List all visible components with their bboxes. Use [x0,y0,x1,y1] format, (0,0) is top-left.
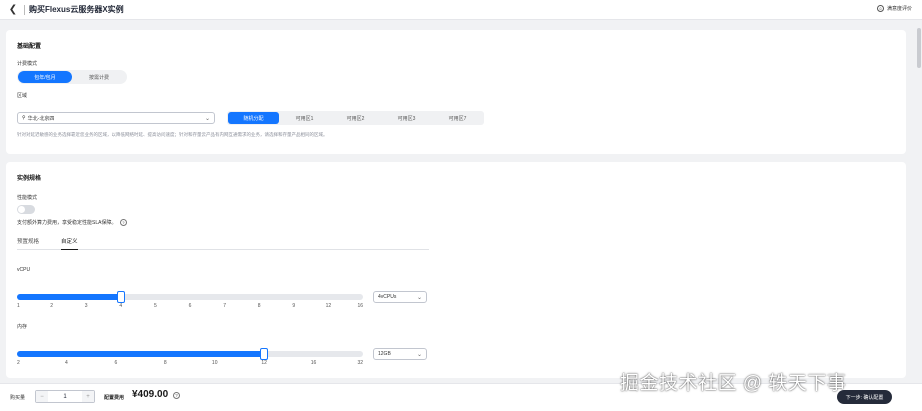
instance-spec-card: 实例规格 性能模式 支付额外算力费用，享受稳定性能SLA保障。 ? 预置规格 自… [6,162,906,378]
perf-mode-hint: 支付额外算力费用，享受稳定性能SLA保障。 ? [17,219,127,226]
memory-tick-label: 8 [163,360,167,366]
memory-slider-fill [17,351,265,357]
price-value: ¥409.00 [132,389,169,400]
memory-tick-label: 10 [211,360,218,366]
vcpu-ticks: 1 2 3 4 5 6 7 8 9 12 16 [17,303,363,311]
feedback-label: 满意度评价 [886,6,912,12]
memory-tick-label: 6 [114,360,118,366]
vcpu-slider-handle[interactable] [116,291,125,303]
az-option-2[interactable]: 可用区2 [330,112,381,124]
title-divider [24,4,25,15]
vcpu-tick-label: 12 [325,303,332,309]
perf-mode-hint-text: 支付额外算力费用，享受稳定性能SLA保障。 [17,220,117,226]
memory-tick-label: 4 [65,360,68,366]
billing-option-monthly[interactable]: 包年/包月 [18,71,72,83]
memory-slider[interactable] [17,348,363,360]
vcpu-slider-fill [17,294,121,300]
top-bar: ❮ 购买Flexus云服务器X实例 ☺ 满意度评价 [0,0,922,20]
vcpu-select-value: 4vCPUs [378,294,397,300]
basic-config-card: 基础配置 计费模式 包年/包月 按需计费 区域 ⚲ 华北-北京四 ⌄ 随机分配 … [6,30,906,154]
location-pin-icon: ⚲ [22,115,26,121]
memory-tick-label: 2 [17,360,20,366]
spec-tabs: 预置规格 自定义 [17,238,429,250]
feedback-link[interactable]: ☺ 满意度评价 [876,5,912,12]
vcpu-tick-label: 16 [357,303,363,309]
vcpu-tick-label: 6 [188,303,192,309]
memory-tick-label: 12 [261,360,267,366]
vcpu-label: vCPU [17,267,31,273]
price-label: 配置费用 [104,395,125,401]
az-option-1[interactable]: 可用区1 [279,112,330,124]
scrollbar[interactable] [917,28,921,68]
vcpu-tick-label: 4 [119,303,123,309]
vcpu-tick-label: 9 [292,303,296,309]
vcpu-tick-label: 8 [257,303,261,309]
billing-mode-label: 计费模式 [17,61,38,67]
memory-select-value: 12GB [378,351,391,357]
vcpu-tick-label: 1 [17,303,20,309]
billing-option-on-demand[interactable]: 按需计费 [72,71,126,83]
vcpu-slider[interactable] [17,291,363,303]
chevron-down-icon: ⌄ [204,115,210,122]
quantity-label: 购买量 [10,395,26,401]
az-option-7[interactable]: 可用区7 [432,112,483,124]
vcpu-tick-label: 7 [223,303,226,309]
quantity-input[interactable]: 1 [48,391,82,402]
back-arrow-icon[interactable]: ❮ [4,1,22,19]
tab-custom[interactable]: 自定义 [61,238,78,250]
quantity-increment-button[interactable]: + [82,391,94,402]
quantity-stepper: − 1 + [35,390,95,403]
help-icon[interactable]: ? [119,219,127,226]
vcpu-tick-label: 3 [84,303,88,309]
tab-preset-spec[interactable]: 预置规格 [17,238,39,250]
memory-label: 内存 [17,324,28,330]
price-info-icon[interactable]: ? [173,392,180,399]
basic-config-title: 基础配置 [17,44,42,50]
chevron-down-icon: ⌄ [416,294,422,301]
memory-slider-handle[interactable] [260,348,269,360]
instance-spec-title: 实例规格 [17,176,42,182]
region-label: 区域 [17,93,28,99]
az-option-random[interactable]: 随机分配 [228,112,279,124]
page-title: 购买Flexus云服务器X实例 [29,5,124,14]
availability-zone-group: 随机分配 可用区1 可用区2 可用区3 可用区7 [227,111,484,125]
perf-mode-label: 性能模式 [17,195,38,201]
memory-select[interactable]: 12GB ⌄ [373,348,427,360]
quantity-decrement-button[interactable]: − [36,391,48,402]
vcpu-tick-label: 5 [154,303,157,309]
region-select[interactable]: ⚲ 华北-北京四 ⌄ [17,112,215,124]
watermark: 掘金技术社区 @ 轶天下事 [620,373,847,394]
billing-mode-switch: 包年/包月 按需计费 [17,70,127,84]
memory-ticks: 2 4 6 8 10 12 16 32 [17,360,363,368]
vcpu-tick-label: 2 [50,303,53,309]
region-select-value: 华北-北京四 [27,115,55,122]
perf-mode-toggle[interactable] [17,205,35,214]
az-option-3[interactable]: 可用区3 [381,112,432,124]
chevron-down-icon: ⌄ [416,351,422,358]
smile-icon: ☺ [876,5,884,12]
memory-tick-label: 16 [310,360,317,366]
region-hint: 针对对延迟敏感的业务选择靠近您业务的区域，以降低网络时延、提高访问速度；针对和存… [17,132,328,137]
vcpu-select[interactable]: 4vCPUs ⌄ [373,291,427,303]
memory-tick-label: 32 [357,360,363,366]
